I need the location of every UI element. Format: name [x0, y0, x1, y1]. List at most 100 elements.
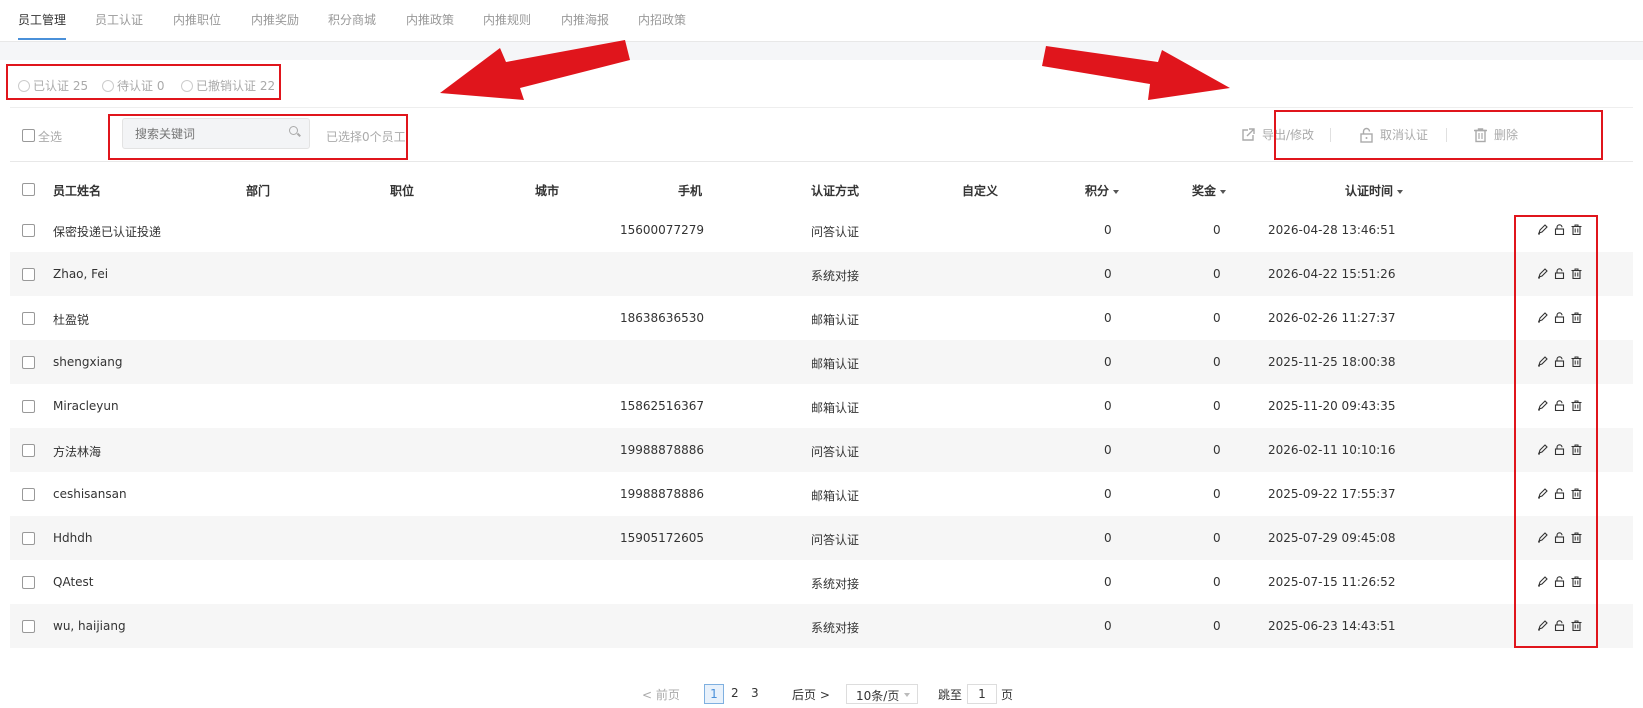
cell-verify-method: 问答认证	[811, 445, 860, 459]
cell-name: 杜盈锐	[53, 313, 90, 327]
annotation-box-row-ops	[1514, 215, 1598, 648]
cell-bonus: 0	[1213, 575, 1221, 589]
annotation-box-filters	[6, 64, 281, 100]
page-suffix: 页	[1001, 688, 1014, 702]
row-checkbox[interactable]	[22, 224, 35, 237]
tab-referral-poster[interactable]: 内推海报	[561, 11, 609, 28]
cell-phone: 18638636530	[620, 311, 704, 325]
annotation-arrow-left	[440, 40, 630, 100]
cell-verify-time: 2026-02-11 10:10:16	[1268, 443, 1396, 457]
cell-points: 0	[1104, 311, 1112, 325]
row-checkbox[interactable]	[22, 268, 35, 281]
active-tab-indicator	[18, 38, 66, 40]
row-checkbox[interactable]	[22, 620, 35, 633]
select-all-label: 全选	[38, 130, 63, 144]
top-navigation: 员工管理 员工认证 内推职位 内推奖励 积分商城 内推政策 内推规则 内推海报 …	[0, 0, 1643, 42]
cell-phone: 19988878886	[620, 443, 704, 457]
row-checkbox[interactable]	[22, 532, 35, 545]
cell-points: 0	[1104, 575, 1112, 589]
tab-employee-management[interactable]: 员工管理	[18, 11, 66, 28]
tab-referral-policy[interactable]: 内推政策	[406, 11, 454, 28]
tab-employee-verification[interactable]: 员工认证	[95, 11, 143, 28]
row-checkbox[interactable]	[22, 356, 35, 369]
table-row: 方法林海 19988878886 问答认证 0 0 2026-02-11 10:10:16	[10, 428, 1633, 472]
cell-phone: 15905172605	[620, 531, 704, 545]
col-points[interactable]: 积分	[1085, 182, 1120, 199]
tab-referral-rules[interactable]: 内推规则	[483, 11, 531, 28]
cell-bonus: 0	[1213, 267, 1221, 281]
cell-name: 方法林海	[53, 445, 102, 459]
cell-verify-time: 2025-06-23 14:43:51	[1268, 619, 1396, 633]
cell-bonus: 0	[1213, 399, 1221, 413]
export-icon	[1242, 127, 1255, 141]
tab-referral-rewards[interactable]: 内推奖励	[251, 11, 299, 28]
table-header: 员工姓名 部门 职位 城市 手机 认证方式 自定义 积分 奖金 认证时间	[10, 168, 1633, 210]
pagination: < 前页 1 2 3 后页 > 10条/页 跳至 1 页	[0, 684, 1643, 708]
cell-verify-method: 问答认证	[811, 225, 860, 239]
col-bonus[interactable]: 奖金	[1192, 182, 1227, 199]
next-page-button[interactable]: 后页 >	[792, 686, 830, 703]
col-city: 城市	[535, 184, 560, 198]
cell-verify-time: 2026-02-26 11:27:37	[1268, 311, 1396, 325]
row-checkbox[interactable]	[22, 576, 35, 589]
cell-points: 0	[1104, 223, 1112, 237]
cell-bonus: 0	[1213, 443, 1221, 457]
page-1-button[interactable]: 1	[704, 684, 724, 704]
col-verify-time-label: 认证时间	[1345, 184, 1394, 198]
cell-verify-method: 邮箱认证	[811, 401, 860, 415]
col-verify-time[interactable]: 认证时间	[1345, 182, 1404, 199]
annotation-arrow-right	[1042, 46, 1230, 100]
col-verify-method: 认证方式	[811, 184, 860, 198]
table-row: Zhao, Fei 系统对接 0 0 2026-04-22 15:51:26	[10, 252, 1633, 296]
cell-phone: 15600077279	[620, 223, 704, 237]
cell-name: 保密投递已认证投递	[53, 225, 162, 239]
cell-bonus: 0	[1213, 531, 1221, 545]
row-checkbox[interactable]	[22, 400, 35, 413]
cell-verify-method: 系统对接	[811, 621, 860, 635]
tab-internal-hiring-policy[interactable]: 内招政策	[638, 11, 686, 28]
tab-points-mall[interactable]: 积分商城	[328, 11, 376, 28]
cell-name: ceshisansan	[53, 487, 127, 501]
annotation-box-search	[108, 114, 408, 160]
cell-phone: 15862516367	[620, 399, 704, 413]
cell-verify-time: 2026-04-22 15:51:26	[1268, 267, 1396, 281]
cell-points: 0	[1104, 355, 1112, 369]
cell-verify-time: 2025-07-15 11:26:52	[1268, 575, 1396, 589]
row-checkbox[interactable]	[22, 312, 35, 325]
chevron-down-icon	[904, 693, 910, 697]
cell-name: shengxiang	[53, 355, 123, 369]
cell-verify-method: 邮箱认证	[811, 313, 860, 327]
cell-verify-time: 2025-07-29 09:45:08	[1268, 531, 1396, 545]
select-all-checkbox[interactable]	[22, 129, 35, 142]
table-row: Miracleyun 15862516367 邮箱认证 0 0 2025-11-20 09…	[10, 384, 1633, 428]
cell-bonus: 0	[1213, 223, 1221, 237]
col-department: 部门	[246, 184, 271, 198]
cell-bonus: 0	[1213, 311, 1221, 325]
col-name: 员工姓名	[53, 184, 102, 198]
header-checkbox[interactable]	[22, 183, 35, 196]
prev-page-button[interactable]: < 前页	[642, 686, 680, 703]
cell-verify-method: 系统对接	[811, 269, 860, 283]
sort-caret-icon	[1397, 189, 1404, 194]
cell-verify-time: 2026-04-28 13:46:51	[1268, 223, 1396, 237]
table-row: QAtest 系统对接 0 0 2025-07-15 11:26:52	[10, 560, 1633, 604]
row-checkbox[interactable]	[22, 444, 35, 457]
sort-caret-icon	[1113, 189, 1120, 194]
cell-verify-method: 邮箱认证	[811, 489, 860, 503]
page-3-button[interactable]: 3	[751, 686, 759, 700]
goto-page-input[interactable]: 1	[967, 684, 997, 704]
table-row: ceshisansan 19988878886 邮箱认证 0 0 2025-09-22 1…	[10, 472, 1633, 516]
tab-referral-positions[interactable]: 内推职位	[173, 11, 221, 28]
col-points-label: 积分	[1085, 184, 1110, 198]
cell-points: 0	[1104, 619, 1112, 633]
page-2-button[interactable]: 2	[731, 686, 739, 700]
section-divider	[0, 42, 1643, 60]
col-custom: 自定义	[962, 184, 999, 198]
sort-caret-icon	[1220, 189, 1227, 194]
table-row: wu, haijiang 系统对接 0 0 2025-06-23 14:43:51	[10, 604, 1633, 648]
page-size-select[interactable]: 10条/页	[846, 684, 918, 704]
cell-phone: 19988878886	[620, 487, 704, 501]
cell-verify-method: 系统对接	[811, 577, 860, 591]
page-size-value: 10条/页	[856, 689, 900, 703]
row-checkbox[interactable]	[22, 488, 35, 501]
